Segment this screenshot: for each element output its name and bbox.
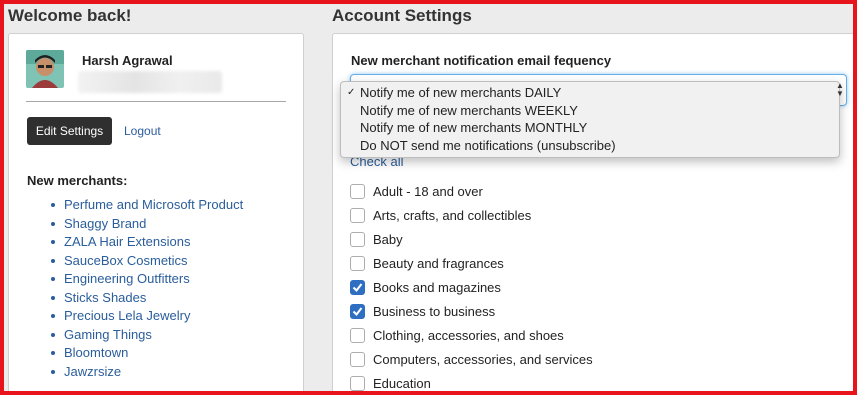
account-settings-title: Account Settings bbox=[332, 6, 472, 25]
checkbox[interactable] bbox=[350, 207, 365, 223]
frequency-option-monthly[interactable]: Notify me of new merchants MONTHLY bbox=[341, 119, 839, 137]
category-item[interactable]: Beauty and fragrances bbox=[350, 251, 593, 275]
checkbox[interactable] bbox=[350, 255, 365, 271]
category-label: Arts, crafts, and collectibles bbox=[373, 207, 532, 223]
merchant-link[interactable]: SauceBox Cosmetics bbox=[50, 253, 243, 272]
merchant-link[interactable]: Bloomtown bbox=[50, 345, 243, 364]
up-down-arrows-icon[interactable]: ▲ ▼ bbox=[836, 82, 844, 98]
new-merchants-heading: New merchants: bbox=[27, 173, 128, 188]
redacted-email bbox=[78, 71, 222, 93]
checkbox[interactable] bbox=[350, 231, 365, 247]
merchant-link[interactable]: Sticks Shades bbox=[50, 290, 243, 309]
category-label: Computers, accessories, and services bbox=[373, 351, 593, 367]
category-label: Adult - 18 and over bbox=[373, 183, 483, 199]
option-label: Notify me of new merchants DAILY bbox=[360, 85, 562, 100]
category-label: Books and magazines bbox=[373, 279, 501, 295]
merchant-link[interactable]: Jawzrsize bbox=[50, 364, 243, 383]
category-label: Education bbox=[373, 375, 431, 391]
checkmark-icon: ✓ bbox=[347, 87, 356, 98]
merchant-link[interactable]: Shaggy Brand bbox=[50, 216, 243, 235]
category-item[interactable]: Arts, crafts, and collectibles bbox=[350, 203, 593, 227]
category-label: Baby bbox=[373, 231, 403, 247]
profile-divider bbox=[26, 101, 286, 102]
category-item[interactable]: Clothing, accessories, and shoes bbox=[350, 323, 593, 347]
category-label: Business to business bbox=[373, 303, 496, 319]
merchant-link[interactable]: ZALA Hair Extensions bbox=[50, 234, 243, 253]
option-label: Do NOT send me notifications (unsubscrib… bbox=[360, 137, 616, 153]
merchant-link[interactable]: Precious Lela Jewelry bbox=[50, 308, 243, 327]
welcome-title: Welcome back! bbox=[8, 6, 132, 25]
merchant-link[interactable]: Engineering Outfitters bbox=[50, 271, 243, 290]
category-item[interactable]: Baby bbox=[350, 227, 593, 251]
category-label: Clothing, accessories, and shoes bbox=[373, 327, 564, 343]
category-item[interactable]: Computers, accessories, and services bbox=[350, 347, 593, 371]
avatar bbox=[26, 50, 64, 88]
edit-settings-button[interactable]: Edit Settings bbox=[27, 117, 112, 145]
option-label: Notify me of new merchants WEEKLY bbox=[360, 102, 578, 118]
checkbox[interactable] bbox=[350, 351, 365, 367]
checkbox[interactable] bbox=[350, 375, 365, 391]
checkbox[interactable] bbox=[350, 303, 365, 319]
logout-link[interactable]: Logout bbox=[124, 124, 161, 138]
option-label: Notify me of new merchants MONTHLY bbox=[360, 120, 588, 135]
checkbox[interactable] bbox=[350, 183, 365, 199]
frequency-option-unsubscribe[interactable]: Do NOT send me notifications (unsubscrib… bbox=[341, 137, 839, 155]
category-item[interactable]: Books and magazines bbox=[350, 275, 593, 299]
category-label: Beauty and fragrances bbox=[373, 255, 504, 271]
checkbox[interactable] bbox=[350, 279, 365, 295]
user-name: Harsh Agrawal bbox=[82, 53, 173, 68]
frequency-dropdown-menu: ✓ Notify me of new merchants DAILY Notif… bbox=[340, 81, 840, 158]
category-item[interactable]: Business to business bbox=[350, 299, 593, 323]
checkbox[interactable] bbox=[350, 327, 365, 343]
merchant-link[interactable]: Perfume and Microsoft Product bbox=[50, 197, 243, 216]
category-item[interactable]: Education bbox=[350, 371, 593, 395]
frequency-label: New merchant notification email fequency bbox=[351, 53, 612, 68]
category-item[interactable]: Adult - 18 and over bbox=[350, 179, 593, 203]
merchant-list: Perfume and Microsoft Product Shaggy Bra… bbox=[50, 197, 243, 383]
frequency-option-weekly[interactable]: Notify me of new merchants WEEKLY bbox=[341, 102, 839, 120]
merchant-link[interactable]: Gaming Things bbox=[50, 327, 243, 346]
frequency-option-daily[interactable]: ✓ Notify me of new merchants DAILY bbox=[341, 84, 839, 102]
category-list: Adult - 18 and over Arts, crafts, and co… bbox=[350, 179, 593, 395]
